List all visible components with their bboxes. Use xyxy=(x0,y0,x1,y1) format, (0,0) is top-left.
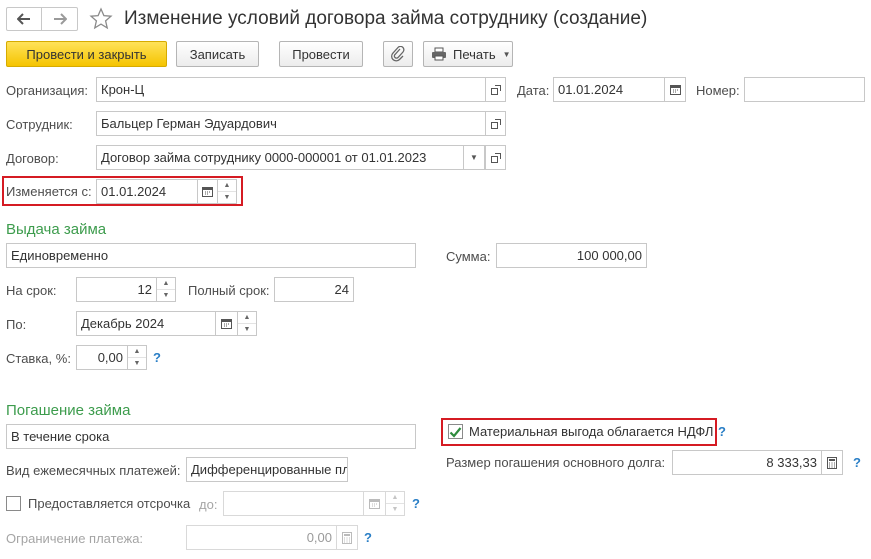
deferral-calendar-button[interactable] xyxy=(363,491,386,516)
print-label: Печать xyxy=(453,46,496,62)
chevron-up-icon[interactable]: ▲ xyxy=(218,180,236,191)
open-form-icon xyxy=(490,118,501,129)
deferral-label[interactable]: Предоставляется отсрочка xyxy=(28,496,190,512)
amount-label: Сумма: xyxy=(446,249,491,264)
until-field[interactable]: Декабрь 2024 xyxy=(76,311,216,336)
until-stepper[interactable]: ▲ ▼ xyxy=(237,311,257,336)
contract-label: Договор: xyxy=(6,151,59,166)
rate-stepper[interactable]: ▲ ▼ xyxy=(127,345,147,370)
benefit-checkbox[interactable] xyxy=(448,424,463,439)
chevron-down-icon[interactable]: ▼ xyxy=(128,357,146,369)
rate-label: Ставка, %: xyxy=(6,351,71,366)
post-button[interactable]: Провести xyxy=(279,41,363,67)
chevron-down-icon[interactable]: ▼ xyxy=(157,289,175,301)
chevron-up-icon[interactable]: ▲ xyxy=(157,278,175,289)
principal-help-icon[interactable]: ? xyxy=(853,455,861,471)
benefit-label[interactable]: Материальная выгода облагается НДФЛ xyxy=(469,424,713,440)
number-field[interactable] xyxy=(744,77,865,102)
arrow-left-icon xyxy=(17,13,30,25)
principal-label: Размер погашения основного долга: xyxy=(446,455,666,470)
limit-field[interactable]: 0,00 xyxy=(186,525,337,550)
limit-help-icon[interactable]: ? xyxy=(364,530,372,546)
calendar-icon xyxy=(669,85,681,95)
calculator-icon xyxy=(342,531,352,544)
window-title: Изменение условий договора займа сотрудн… xyxy=(124,8,648,29)
calendar-icon xyxy=(221,319,232,329)
calendar-icon xyxy=(202,187,213,197)
limit-calculator-button[interactable] xyxy=(336,525,358,550)
back-button[interactable] xyxy=(6,7,42,31)
payment-type-label: Вид ежемесячных платежей: xyxy=(6,463,181,478)
changed-from-stepper[interactable]: ▲ ▼ xyxy=(217,179,237,204)
calendar-icon xyxy=(369,499,380,509)
limit-label: Ограничение платежа: xyxy=(6,531,144,546)
chevron-down-icon[interactable]: ▼ xyxy=(218,191,236,203)
payment-type-field[interactable]: Дифференцированные пл xyxy=(186,457,348,482)
chevron-up-icon[interactable]: ▲ xyxy=(238,312,256,323)
issue-method-field[interactable]: Единовременно xyxy=(6,243,416,268)
chevron-up-icon[interactable]: ▲ xyxy=(128,346,146,357)
paperclip-icon xyxy=(391,46,405,62)
open-form-icon xyxy=(490,84,501,95)
forward-button[interactable] xyxy=(42,7,78,31)
term-label: На срок: xyxy=(6,283,57,298)
changed-from-calendar-button[interactable] xyxy=(197,179,218,204)
deferral-to-label: до: xyxy=(199,497,218,512)
principal-field[interactable]: 8 333,33 xyxy=(672,450,822,475)
chevron-down-icon[interactable]: ▼ xyxy=(238,323,256,335)
contract-dropdown-button[interactable]: ▼ xyxy=(463,145,485,170)
loan-issue-section-title: Выдача займа xyxy=(6,221,107,238)
print-button[interactable]: Печать ▼ xyxy=(423,41,513,67)
favorite-star-icon[interactable] xyxy=(89,7,113,31)
organization-field[interactable]: Крон-Ц xyxy=(96,77,486,102)
printer-icon xyxy=(432,47,446,61)
contract-open-button[interactable] xyxy=(485,145,506,170)
arrow-right-icon xyxy=(53,13,67,25)
organization-open-button[interactable] xyxy=(485,77,506,102)
rate-field[interactable]: 0,00 xyxy=(76,345,128,370)
deferral-to-field[interactable] xyxy=(223,491,364,516)
changed-from-field[interactable]: 01.01.2024 xyxy=(96,179,198,204)
date-label: Дата: xyxy=(517,83,550,98)
term-stepper[interactable]: ▲ ▼ xyxy=(156,277,176,302)
benefit-help-icon[interactable]: ? xyxy=(718,424,726,440)
number-label: Номер: xyxy=(696,83,740,98)
deferral-checkbox[interactable] xyxy=(6,496,21,511)
contract-field[interactable]: Договор займа сотруднику 0000-000001 от … xyxy=(96,145,464,170)
rate-help-icon[interactable]: ? xyxy=(153,350,161,366)
open-form-icon xyxy=(490,152,501,163)
repayment-section-title: Погашение займа xyxy=(6,402,131,419)
term-field[interactable]: 12 xyxy=(76,277,157,302)
until-calendar-button[interactable] xyxy=(215,311,238,336)
chevron-up-icon[interactable]: ▲ xyxy=(386,492,404,503)
until-label: По: xyxy=(6,317,27,332)
date-calendar-button[interactable] xyxy=(664,77,686,102)
deferral-stepper[interactable]: ▲ ▼ xyxy=(385,491,405,516)
chevron-down-icon: ▼ xyxy=(502,49,511,59)
principal-calculator-button[interactable] xyxy=(821,450,843,475)
calculator-icon xyxy=(827,456,837,469)
full-term-field[interactable]: 24 xyxy=(274,277,354,302)
employee-field[interactable]: Бальцер Герман Эдуардович xyxy=(96,111,486,136)
post-and-close-button[interactable]: Провести и закрыть xyxy=(6,41,167,67)
repayment-method-field[interactable]: В течение срока xyxy=(6,424,416,449)
employee-label: Сотрудник: xyxy=(6,117,73,132)
chevron-down-icon: ▼ xyxy=(470,153,478,162)
checkmark-icon xyxy=(449,426,462,438)
organization-label: Организация: xyxy=(6,83,89,98)
date-field[interactable]: 01.01.2024 xyxy=(553,77,665,102)
save-button[interactable]: Записать xyxy=(176,41,259,67)
amount-field[interactable]: 100 000,00 xyxy=(496,243,647,268)
employee-open-button[interactable] xyxy=(485,111,506,136)
full-term-label: Полный срок: xyxy=(188,283,270,298)
chevron-down-icon[interactable]: ▼ xyxy=(386,503,404,515)
attach-file-button[interactable] xyxy=(383,41,413,67)
deferral-help-icon[interactable]: ? xyxy=(412,496,420,512)
changed-from-label: Изменяется с: xyxy=(6,184,92,199)
